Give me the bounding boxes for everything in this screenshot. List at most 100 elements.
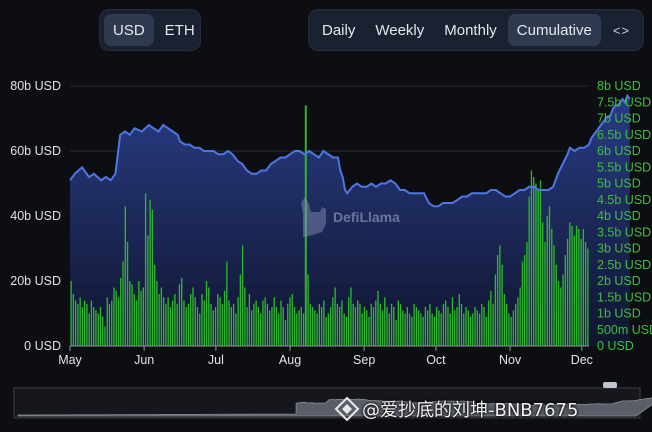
daily-bar[interactable] [131, 284, 133, 347]
daily-bar[interactable] [147, 235, 149, 347]
daily-bar[interactable] [323, 300, 325, 347]
daily-bar[interactable] [120, 277, 122, 347]
daily-bar[interactable] [501, 264, 503, 347]
daily-bar[interactable] [165, 303, 167, 347]
daily-bar[interactable] [311, 307, 314, 346]
daily-bar[interactable] [241, 245, 244, 347]
daily-bar[interactable] [492, 303, 494, 347]
daily-bar[interactable] [399, 303, 402, 347]
daily-bar[interactable] [442, 303, 445, 347]
daily-bar[interactable] [375, 300, 377, 347]
daily-bar[interactable] [271, 307, 273, 346]
daily-bar[interactable] [476, 310, 478, 347]
daily-bar[interactable] [483, 307, 485, 346]
daily-bar[interactable] [108, 303, 111, 347]
daily-bar[interactable] [528, 196, 530, 347]
daily-bar[interactable] [460, 303, 463, 347]
daily-bar[interactable] [212, 310, 214, 347]
daily-bar[interactable] [417, 310, 420, 347]
daily-bar[interactable] [503, 294, 506, 346]
daily-bar[interactable] [203, 300, 205, 347]
daily-bar[interactable] [575, 225, 578, 347]
daily-bar[interactable] [230, 307, 233, 346]
daily-bar[interactable] [361, 313, 363, 347]
daily-bar[interactable] [562, 274, 564, 347]
daily-bar[interactable] [153, 264, 156, 347]
daily-bar[interactable] [487, 300, 490, 347]
daily-bar[interactable] [357, 300, 359, 347]
daily-bar[interactable] [88, 313, 90, 347]
daily-bar[interactable] [293, 307, 296, 346]
daily-bar[interactable] [440, 313, 442, 347]
daily-bar[interactable] [582, 229, 585, 346]
daily-bar[interactable] [463, 313, 465, 347]
daily-bar[interactable] [237, 297, 239, 347]
daily-bar[interactable] [363, 307, 366, 346]
daily-bar[interactable] [325, 316, 327, 347]
daily-bar[interactable] [264, 297, 266, 347]
daily-bar[interactable] [413, 303, 415, 347]
daily-bar[interactable] [580, 238, 582, 347]
daily-bar[interactable] [253, 303, 255, 347]
daily-bar[interactable] [183, 300, 185, 347]
daily-bar[interactable] [97, 313, 99, 347]
daily-bar[interactable] [142, 287, 145, 347]
daily-bar[interactable] [571, 225, 573, 347]
daily-bar[interactable] [521, 261, 524, 347]
daily-bar[interactable] [474, 307, 476, 346]
daily-bar[interactable] [485, 316, 487, 347]
daily-bar[interactable] [232, 303, 235, 347]
daily-bar[interactable] [526, 242, 528, 346]
daily-bar[interactable] [499, 245, 501, 347]
daily-bar[interactable] [320, 307, 323, 346]
daily-bar[interactable] [336, 303, 339, 347]
daily-bar[interactable] [422, 316, 424, 347]
daily-bar[interactable] [221, 303, 223, 347]
daily-bar[interactable] [318, 303, 321, 347]
daily-bar[interactable] [537, 190, 539, 346]
daily-bar[interactable] [117, 297, 120, 347]
daily-bar[interactable] [262, 300, 264, 347]
daily-bar[interactable] [406, 307, 409, 346]
daily-bar[interactable] [334, 287, 336, 347]
daily-bar[interactable] [555, 264, 557, 347]
daily-bar[interactable] [573, 235, 576, 347]
daily-bar[interactable] [535, 183, 537, 347]
daily-bar[interactable] [370, 303, 372, 347]
navigator-handle[interactable] [603, 382, 617, 388]
daily-bar[interactable] [530, 170, 533, 347]
daily-bar[interactable] [167, 297, 169, 347]
daily-bar[interactable] [282, 307, 284, 346]
daily-bar[interactable] [451, 297, 454, 347]
daily-bar[interactable] [102, 316, 104, 347]
daily-bar[interactable] [309, 303, 311, 347]
daily-bar[interactable] [472, 313, 474, 347]
daily-bar[interactable] [390, 303, 393, 347]
daily-bar[interactable] [327, 313, 330, 347]
daily-bar[interactable] [546, 216, 548, 346]
daily-bar[interactable] [275, 307, 278, 346]
daily-bar[interactable] [424, 307, 427, 346]
daily-bar[interactable] [539, 180, 542, 347]
daily-bar[interactable] [296, 313, 298, 347]
daily-bar[interactable] [151, 209, 154, 347]
daily-bar[interactable] [560, 287, 562, 347]
daily-bar[interactable] [178, 284, 181, 347]
daily-bar[interactable] [214, 307, 217, 346]
daily-bar[interactable] [548, 206, 551, 347]
daily-bar[interactable] [160, 287, 163, 347]
daily-bar[interactable] [135, 300, 138, 347]
daily-bar[interactable] [341, 300, 343, 347]
daily-bar[interactable] [244, 287, 246, 347]
daily-bar[interactable] [149, 199, 151, 347]
daily-bar[interactable] [171, 300, 174, 347]
daily-bar[interactable] [70, 281, 72, 346]
daily-bar[interactable] [587, 248, 589, 347]
daily-bar[interactable] [465, 307, 467, 346]
daily-bar[interactable] [372, 307, 375, 346]
daily-bar[interactable] [519, 287, 521, 347]
daily-bar[interactable] [269, 310, 271, 347]
daily-bar[interactable] [280, 300, 282, 347]
daily-bar[interactable] [354, 307, 357, 346]
daily-bar[interactable] [386, 307, 388, 346]
